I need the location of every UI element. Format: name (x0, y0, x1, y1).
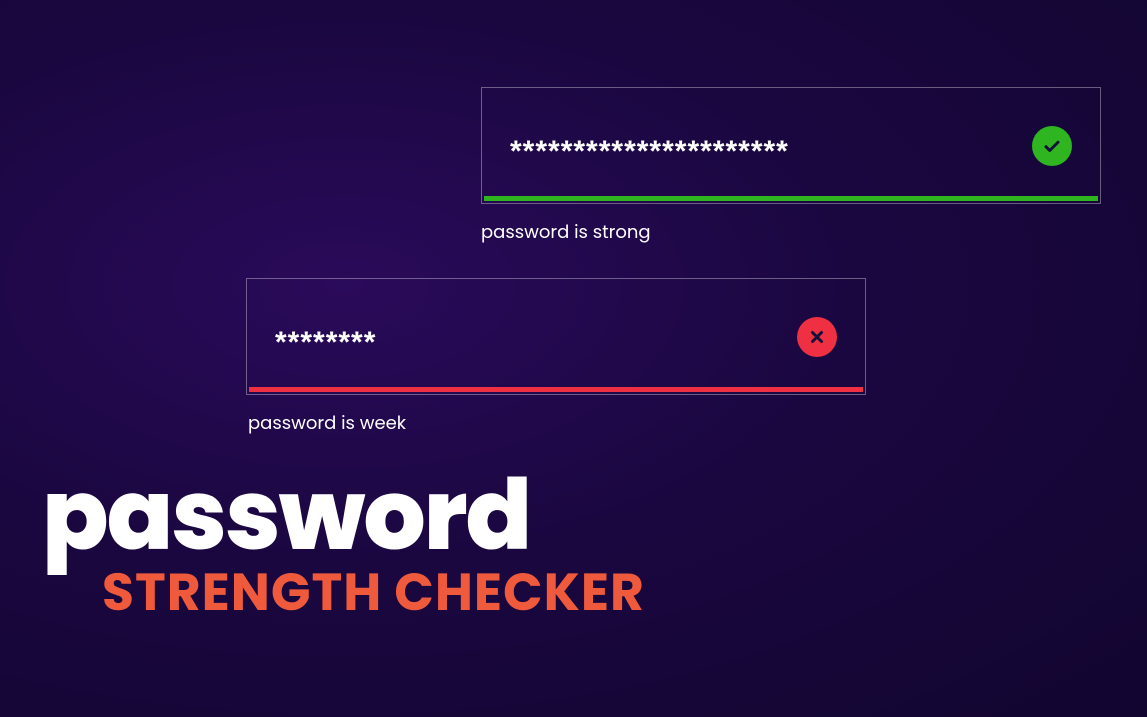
close-icon (797, 317, 837, 357)
page-title: password STRENGTH CHECKER (42, 469, 645, 632)
password-input-weak[interactable]: ******** (246, 278, 866, 395)
title-main: password (42, 469, 645, 562)
password-mask: ******** (275, 328, 376, 358)
password-input-strong[interactable]: ********************** (481, 87, 1101, 204)
status-text-weak: password is week (248, 410, 406, 437)
status-text-strong: password is strong (481, 219, 651, 246)
strength-bar (249, 387, 863, 392)
password-mask: ********************** (510, 137, 789, 167)
title-sub: STRENGTH CHECKER (102, 554, 645, 632)
strength-bar (484, 196, 1098, 201)
check-icon (1032, 126, 1072, 166)
